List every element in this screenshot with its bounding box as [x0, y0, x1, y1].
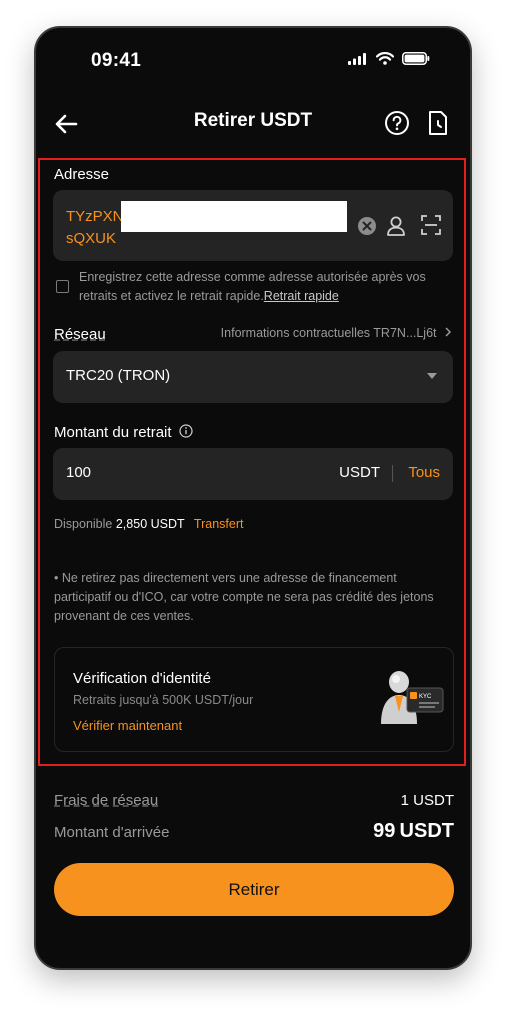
arrival-amount-unit: USDT: [399, 820, 454, 842]
amount-input[interactable]: 100: [66, 464, 91, 481]
history-icon[interactable]: [426, 109, 450, 137]
wifi-icon: [376, 52, 394, 65]
clear-icon[interactable]: [357, 216, 377, 236]
address-label: Adresse: [54, 166, 110, 183]
arrival-amount-label: Montant d'arrivée: [54, 824, 170, 841]
phone-frame: 09:41 Retirer USDT Adresse TYzPXN sQXUK …: [34, 26, 472, 970]
nav-bar: Retirer USDT: [36, 102, 470, 146]
network-fee-value: 1 USDT: [400, 792, 454, 809]
available-balance: Disponible 2,850 USDT Transfert: [54, 517, 243, 531]
save-address-checkbox[interactable]: [56, 280, 69, 293]
warning-note: • Ne retirez pas directement vers une ad…: [54, 569, 454, 626]
note-bullet: •: [54, 571, 62, 585]
max-amount-button[interactable]: Tous: [408, 464, 440, 481]
verify-now-link[interactable]: Vérifier maintenant: [73, 718, 182, 733]
contract-info-text: Informations contractuelles TR7N...Lj6t: [220, 326, 437, 340]
kyc-illustration-icon: KYC: [381, 671, 444, 724]
status-icons: [348, 52, 430, 65]
available-amount: 2,850 USDT: [115, 517, 185, 531]
arrival-amount-row: Montant d'arrivée 99 USDT: [54, 820, 454, 846]
scan-icon[interactable]: [421, 215, 441, 235]
kyc-subtitle: Retraits jusqu'à 500K USDT/jour: [73, 693, 254, 707]
network-select[interactable]: TRC20 (TRON): [53, 351, 453, 403]
kyc-card: Vérification d'identité Retraits jusqu'à…: [54, 647, 454, 752]
kyc-title: Vérification d'identité: [73, 670, 211, 687]
signal-icon: [348, 52, 366, 65]
amount-field[interactable]: 100 USDT Tous: [53, 448, 453, 500]
address-line-2: sQXUK: [66, 230, 117, 247]
transfer-link[interactable]: Transfert: [194, 517, 244, 531]
network-label: Réseau: [54, 326, 106, 343]
amount-label-row: Montant du retrait: [54, 424, 193, 441]
status-time: 09:41: [91, 50, 142, 71]
chevron-right-icon: [445, 327, 452, 337]
network-value: TRC20 (TRON): [66, 367, 171, 384]
address-value[interactable]: TYzPXN sQXUK: [66, 206, 124, 250]
network-fee-label: Frais de réseau: [54, 792, 159, 809]
contract-info-link[interactable]: Informations contractuelles TR7N...Lj6t: [221, 326, 452, 340]
available-label: Disponible: [54, 517, 113, 531]
status-bar: 09:41: [36, 28, 470, 92]
address-book-icon[interactable]: [386, 215, 406, 237]
arrival-amount-number: 99: [373, 820, 396, 842]
withdraw-button[interactable]: Retirer: [54, 863, 454, 916]
save-address-description: Enregistrez cette adresse comme adresse …: [79, 270, 426, 303]
network-fee-row: Frais de réseau 1 USDT: [54, 790, 454, 812]
note-text: Ne retirez pas directement vers une adre…: [54, 571, 434, 623]
amount-divider: [392, 465, 393, 482]
quick-withdrawal-link[interactable]: Retrait rapide: [264, 289, 339, 303]
address-line-1: TYzPXN: [66, 208, 124, 225]
dropdown-caret-icon: [427, 373, 437, 379]
amount-unit: USDT: [339, 464, 380, 481]
kyc-badge-text: KYC: [419, 694, 432, 700]
save-address-text: Enregistrez cette adresse comme adresse …: [79, 268, 459, 306]
address-redaction: [121, 201, 347, 232]
help-icon[interactable]: [384, 110, 410, 136]
battery-icon: [402, 52, 430, 65]
amount-label: Montant du retrait: [54, 424, 172, 441]
info-icon[interactable]: [179, 424, 193, 438]
address-field[interactable]: TYzPXN sQXUK: [53, 190, 453, 261]
arrival-amount-value: 99 USDT: [373, 820, 454, 843]
